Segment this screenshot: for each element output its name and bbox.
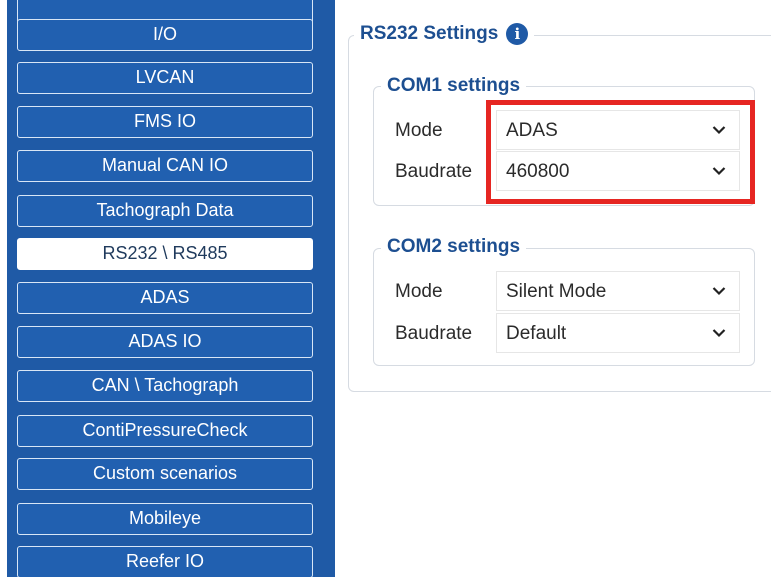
rs232-settings-header: RS232 Settings i xyxy=(354,21,535,47)
com1-baudrate-label: Baudrate xyxy=(395,161,473,182)
com2-mode-select[interactable]: Silent Mode xyxy=(496,271,740,311)
sidebar-item-reefer-io[interactable]: Reefer IO xyxy=(17,546,313,577)
sidebar-item-adas-io[interactable]: ADAS IO xyxy=(17,326,313,358)
chevron-down-icon xyxy=(712,126,726,135)
info-icon[interactable]: i xyxy=(506,23,529,45)
rs232-settings-title: RS232 Settings xyxy=(360,23,499,44)
sidebar-item-can-tachograph[interactable]: CAN \ Tachograph xyxy=(17,370,313,402)
com2-baudrate-label: Baudrate xyxy=(395,323,473,344)
sidebar-item-adas[interactable]: ADAS xyxy=(17,282,313,314)
com1-mode-label: Mode xyxy=(395,120,443,141)
com1-mode-value: ADAS xyxy=(506,120,558,141)
sidebar-item-mobileye[interactable]: Mobileye xyxy=(17,503,313,535)
sidebar-item-lvcan[interactable]: LVCAN xyxy=(17,62,313,94)
com1-mode-select[interactable]: ADAS xyxy=(496,110,740,150)
sidebar-item-custom-scenarios[interactable]: Custom scenarios xyxy=(17,458,313,490)
chevron-down-icon xyxy=(712,167,726,176)
sidebar-item-rs232-rs485[interactable]: RS232 \ RS485 xyxy=(17,238,313,270)
sidebar-item-contipressurecheck[interactable]: ContiPressureCheck xyxy=(17,415,313,447)
com2-mode-label: Mode xyxy=(395,281,443,302)
sidebar-item-manual-can-io[interactable]: Manual CAN IO xyxy=(17,150,313,182)
sidebar-item-tachograph-data[interactable]: Tachograph Data xyxy=(17,195,313,227)
com2-mode-value: Silent Mode xyxy=(506,281,607,302)
sidebar: I/O LVCAN FMS IO Manual CAN IO Tachograp… xyxy=(7,0,335,577)
chevron-down-icon xyxy=(712,287,726,296)
sidebar-item-io[interactable]: I/O xyxy=(17,19,313,51)
com1-settings-title: COM1 settings xyxy=(381,74,527,98)
com2-settings-title: COM2 settings xyxy=(381,235,527,259)
com2-baudrate-select[interactable]: Default xyxy=(496,313,740,353)
com1-baudrate-value: 460800 xyxy=(506,161,570,182)
com2-baudrate-value: Default xyxy=(506,323,567,344)
chevron-down-icon xyxy=(712,329,726,338)
sidebar-item-fms-io[interactable]: FMS IO xyxy=(17,106,313,138)
com1-baudrate-select[interactable]: 460800 xyxy=(496,151,740,191)
